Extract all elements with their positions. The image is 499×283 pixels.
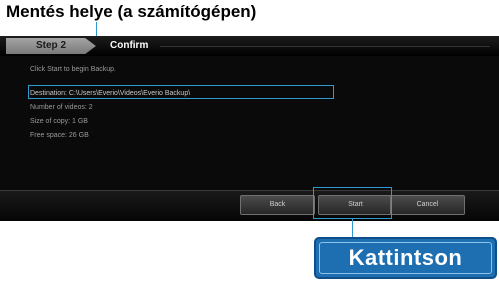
detail-line-3: Number of videos: 2 [30, 104, 93, 111]
annotation-title: Mentés helye (a számítógépen) [6, 2, 257, 21]
detail-line-4: Size of copy: 1 GB [30, 118, 88, 125]
step-title: Confirm [110, 40, 149, 51]
step-indicator-tab: Step 2 [6, 38, 96, 54]
detail-line-5: Free space: 26 GB [30, 132, 89, 139]
backup-wizard-window: Step 2 Confirm Click Start to begin Back… [0, 36, 499, 221]
cancel-button[interactable]: Cancel [390, 195, 465, 215]
start-button-highlight [313, 187, 392, 219]
callout-line-start [352, 219, 353, 237]
wizard-header: Step 2 Confirm [0, 36, 499, 56]
click-callout-badge: Kattintson [314, 237, 497, 279]
intro-text: Click Start to begin Backup. [30, 66, 116, 73]
back-button[interactable]: Back [240, 195, 315, 215]
header-divider [160, 46, 490, 47]
click-callout-label: Kattintson [348, 245, 463, 270]
destination-highlight-box [28, 85, 334, 99]
